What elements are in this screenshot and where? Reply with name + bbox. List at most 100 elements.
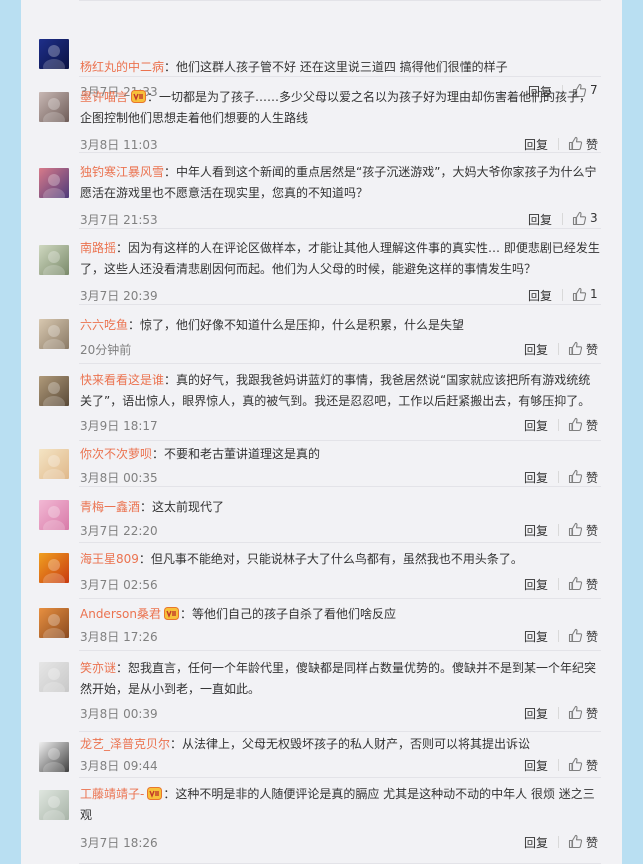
comment-item: 你次不次萝呗：不要和老古董讲道理这是真的 3月8日 00:35 回复 赞 [21,441,622,487]
comment-text: 笑亦谜：恕我直言，任何一个年龄代里，傻缺都是同样占数量优势的。傻缺并不是到某一个… [80,658,601,700]
username-colon: ： [164,60,177,74]
username-link[interactable]: 南路摇 [80,241,116,255]
action-divider [558,836,559,848]
reply-button[interactable]: 回复 [524,469,548,486]
like-count: 赞 [586,578,599,592]
user-avatar[interactable] [39,168,69,198]
user-avatar[interactable] [39,319,69,349]
reply-button[interactable]: 回复 [524,136,548,153]
user-avatar[interactable] [39,608,69,638]
username-colon: ： [138,552,151,566]
action-divider [558,138,559,150]
comment-time: 3月7日 18:26 [80,836,158,850]
username-link[interactable]: 笑亦谜 [80,661,116,675]
comment-meta: 3月8日 00:35 回复 赞 [80,469,601,485]
user-avatar[interactable] [39,790,69,820]
thumbs-up-icon[interactable] [568,757,583,772]
comment-item: 青梅一鑫酒：这太前现代了 3月7日 22:20 回复 赞 [21,487,622,543]
thumbs-up-icon[interactable] [568,136,583,151]
action-divider [558,419,559,431]
like-count: 赞 [586,524,599,538]
user-avatar[interactable] [39,376,69,406]
comment-text: Anderson桑君 ：等他们自己的孩子自杀了看他们啥反应 [80,604,601,625]
thumbs-up-icon[interactable] [568,417,583,432]
user-avatar[interactable] [39,742,69,772]
username-link[interactable]: 海王星809 [80,552,139,566]
comment-item: Anderson桑君 ：等他们自己的孩子自杀了看他们啥反应 3月8日 17:26 回复… [21,599,622,651]
comment-time: 3月7日 20:39 [80,289,158,303]
username-colon: ： [170,737,183,751]
thumbs-up-icon[interactable] [568,576,583,591]
user-avatar[interactable] [39,39,69,69]
comment-time: 3月8日 17:26 [80,630,158,644]
username-colon: ： [163,787,176,801]
thumbs-up-icon[interactable] [568,522,583,537]
username-link[interactable]: 独钓寒江暴风雪 [80,165,164,179]
username-colon: ： [179,607,192,621]
user-avatar[interactable] [39,500,69,530]
like-count: 赞 [586,343,599,357]
avatar-image [39,376,69,406]
username-link[interactable]: Anderson桑君 [80,607,161,621]
thumbs-up-icon[interactable] [568,834,583,849]
username-link[interactable]: 杨红丸的中二病 [80,60,164,74]
comment-time: 3月8日 00:39 [80,707,158,721]
reply-button[interactable]: 回复 [528,211,552,228]
username-link[interactable]: 墨许喵言 [80,90,128,104]
username-link[interactable]: 工藤靖靖子- [80,787,144,801]
reply-button[interactable]: 回复 [524,834,548,851]
thumbs-up-icon[interactable] [568,705,583,720]
action-divider [562,213,563,225]
user-avatar[interactable] [39,449,69,479]
reply-button[interactable]: 回复 [524,628,548,645]
user-avatar[interactable] [39,662,69,692]
username-link[interactable]: 快来看看这是谁 [80,373,164,387]
username-colon: ： [140,500,153,514]
comment-item: 龙艺_泽普克贝尔：从法律上，父母无权毁坏孩子的私人财产，否则可以将其提出诉讼 3月… [21,732,622,778]
comment-meta: 3月7日 18:26 回复 赞 [80,834,601,850]
reply-button[interactable]: 回复 [524,417,548,434]
username-link[interactable]: 你次不次萝呗 [80,447,152,461]
username-link[interactable]: 青梅一鑫酒 [80,500,140,514]
thumbs-up-icon[interactable] [568,469,583,484]
comment-text: 龙艺_泽普克贝尔：从法律上，父母无权毁坏孩子的私人财产，否则可以将其提出诉讼 [80,734,601,755]
thumbs-up-icon[interactable] [568,628,583,643]
comment-item: 3月7日 12:51回复7 [21,0,622,1]
like-count: 1 [590,287,598,301]
comment-text: 快来看看这是谁：真的好气，我跟我爸妈讲蓝灯的事情，我爸居然说“国家就应该把所有游… [80,370,601,412]
reply-button[interactable]: 回复 [528,287,552,304]
comment-actions: 回复 赞 [524,341,601,357]
comment-time: 3月9日 18:17 [80,419,158,433]
user-avatar[interactable] [39,92,69,122]
like-count: 3 [590,211,598,225]
thumbs-up-icon[interactable] [572,211,587,226]
reply-button[interactable]: 回复 [524,757,548,774]
avatar-image [39,790,69,820]
username-link[interactable]: 六六吃鱼 [80,318,128,332]
username-link[interactable]: 龙艺_泽普克贝尔 [80,737,170,751]
vip-badge-icon [131,89,147,103]
comment-text: 工藤靖靖子- ：这种不明是非的人随便评论是真的膈应 尤其是这种动不动的中年人 很烦… [80,784,601,826]
comment-text: 墨许喵言 ：一切都是为了孩子……多少父母以爱之名以为孩子好为理由却伤害着他们的孩子… [80,87,601,129]
reply-button[interactable]: 回复 [524,341,548,358]
comment-body: 不要和老古董讲道理这是真的 [164,447,321,461]
user-avatar[interactable] [39,245,69,275]
username-colon: ： [164,165,177,179]
reply-button[interactable]: 回复 [524,522,548,539]
reply-button[interactable]: 回复 [524,576,548,593]
comment-time: 3月7日 22:20 [80,524,158,538]
comment-item: 南路摇：因为有这样的人在评论区做样本，才能让其他人理解这件事的真实性… 即便悲剧… [21,229,622,305]
comment-item: 工藤靖靖子- ：这种不明是非的人随便评论是真的膈应 尤其是这种动不动的中年人 很烦… [21,778,622,864]
thumbs-up-icon[interactable] [572,287,587,302]
user-avatar[interactable] [39,553,69,583]
comment-item: 快来看看这是谁：真的好气，我跟我爸妈讲蓝灯的事情，我爸居然说“国家就应该把所有游… [21,364,622,441]
comment-actions: 回复 赞 [524,417,601,433]
avatar-image [39,319,69,349]
comment-list-panel: 3月7日 12:51回复7杨红丸的中二病：他们这群人孩子管不好 还在这里说三道四… [21,0,622,864]
reply-button[interactable]: 回复 [524,705,548,722]
thumbs-up-icon[interactable] [568,341,583,356]
comment-body: 他们这群人孩子管不好 还在这里说三道四 搞得他们很懂的样子 [176,60,508,74]
username-colon: ： [164,373,177,387]
comment-item: 墨许喵言 ：一切都是为了孩子……多少父母以爱之名以为孩子好为理由却伤害着他们的孩子… [21,77,622,153]
comment-body: 等他们自己的孩子自杀了看他们啥反应 [191,607,396,621]
